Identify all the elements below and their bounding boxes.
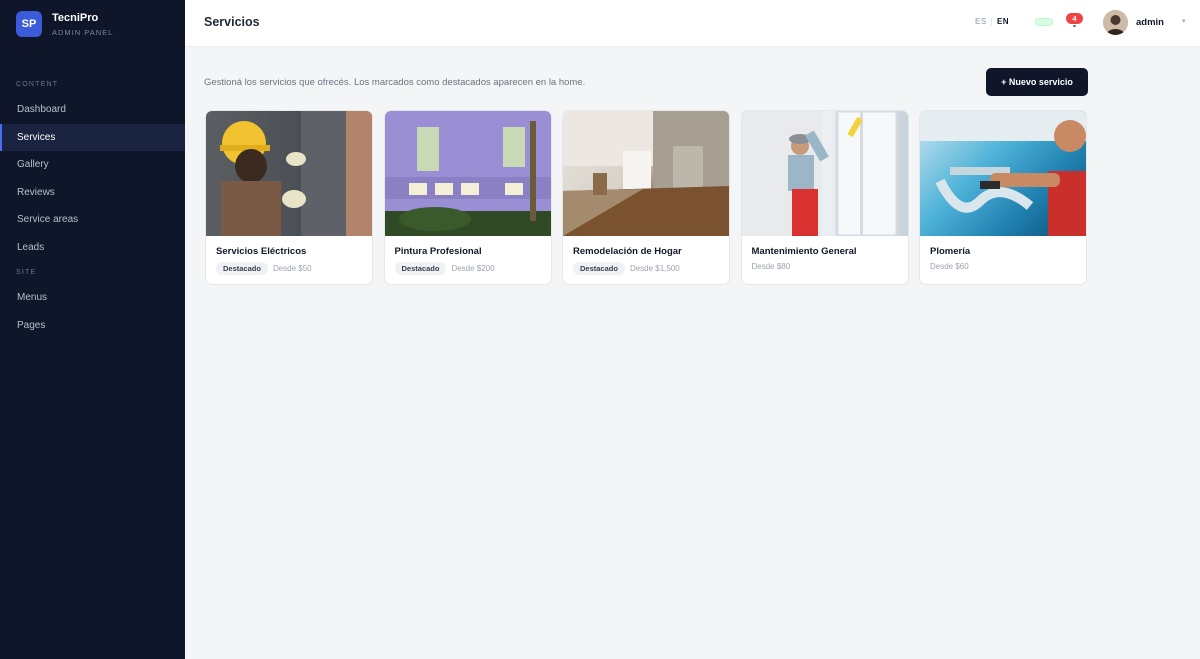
service-card[interactable]: Plomería Desde $60 [919, 110, 1087, 285]
featured-badge: Destacado [216, 262, 268, 275]
service-card[interactable]: Remodelación de Hogar Destacado Desde $1… [562, 110, 730, 285]
maintenance-illustration [741, 111, 898, 236]
electrician-photo [206, 111, 372, 236]
service-title: Remodelación de Hogar [573, 246, 682, 257]
painting-illustration [384, 111, 551, 236]
service-card[interactable]: Servicios Eléctricos Destacado Desde $50 [205, 110, 373, 285]
brand[interactable]: SP TecniPro ADMIN PANEL [0, 0, 185, 48]
notifications-button[interactable]: 4 [1066, 13, 1086, 29]
avatar[interactable] [1103, 10, 1128, 35]
sidebar-item-dashboard[interactable]: Dashboard [0, 96, 185, 124]
electrician-illustration [220, 111, 372, 236]
service-card[interactable]: Pintura Profesional Destacado Desde $200 [383, 110, 552, 285]
bell-icon [1073, 25, 1076, 27]
lang-en[interactable]: EN [997, 17, 1009, 26]
featured-badge: Destacado [394, 262, 447, 275]
sidebar-item-gallery[interactable]: Gallery [0, 151, 185, 179]
top-bar: Servicios ES | EN 4 admin ▾ [185, 0, 1200, 47]
service-price: Desde $200 [451, 264, 495, 273]
service-title: Servicios Eléctricos [216, 246, 307, 257]
plumbing-photo [920, 111, 1086, 236]
sidebar-item-leads[interactable]: Leads [0, 234, 185, 262]
page-description: Gestioná los servicios que ofrecés. Los … [204, 77, 586, 88]
service-title: Mantenimiento General [751, 246, 857, 257]
service-title: Pintura Profesional [394, 246, 482, 257]
sidebar-section-site: SITE [16, 269, 37, 276]
notifications-badge: 4 [1066, 13, 1083, 24]
service-price: Desde $80 [751, 262, 791, 271]
remodel-illustration [563, 111, 729, 236]
brand-subtitle: ADMIN PANEL [52, 27, 114, 37]
sidebar-item-reviews[interactable]: Reviews [0, 179, 185, 207]
service-price: Desde $1,500 [629, 264, 680, 273]
user-avatar-icon [1103, 10, 1128, 35]
new-service-button[interactable]: + Nuevo servicio [986, 68, 1088, 96]
lang-divider: | [990, 17, 993, 26]
brand-text: TecniPro ADMIN PANEL [52, 12, 113, 37]
sidebar: SP TecniPro ADMIN PANEL CONTENT Dashboar… [0, 0, 185, 659]
plumbing-illustration [920, 111, 1086, 236]
user-name[interactable]: admin [1136, 17, 1164, 28]
maintenance-photo [741, 111, 908, 236]
service-price: Desde $50 [272, 264, 312, 273]
services-grid: Servicios Eléctricos Destacado Desde $50 [205, 110, 1098, 285]
sidebar-item-service-areas[interactable]: Service areas [0, 206, 185, 234]
sidebar-item-services[interactable]: Services [0, 123, 185, 151]
service-card[interactable]: Mantenimiento General Desde $80 [740, 110, 909, 285]
brand-name: TecniPro [52, 11, 99, 24]
brand-logo: SP [16, 11, 42, 37]
language-switcher: ES | EN [975, 17, 1009, 26]
remodel-photo [563, 111, 729, 236]
service-title: Plomería [930, 246, 971, 257]
page-title: Servicios [204, 15, 260, 29]
chevron-down-icon[interactable]: ▾ [1182, 17, 1186, 25]
sidebar-section-content: CONTENT [16, 81, 59, 88]
sidebar-item-menus[interactable]: Menus [0, 284, 185, 312]
painting-photo [384, 111, 551, 236]
service-price: Desde $60 [930, 262, 969, 271]
sidebar-item-pages[interactable]: Pages [0, 312, 185, 340]
lang-es[interactable]: ES [975, 17, 986, 26]
status-toggle[interactable] [1035, 18, 1053, 26]
featured-badge: Destacado [573, 262, 625, 275]
